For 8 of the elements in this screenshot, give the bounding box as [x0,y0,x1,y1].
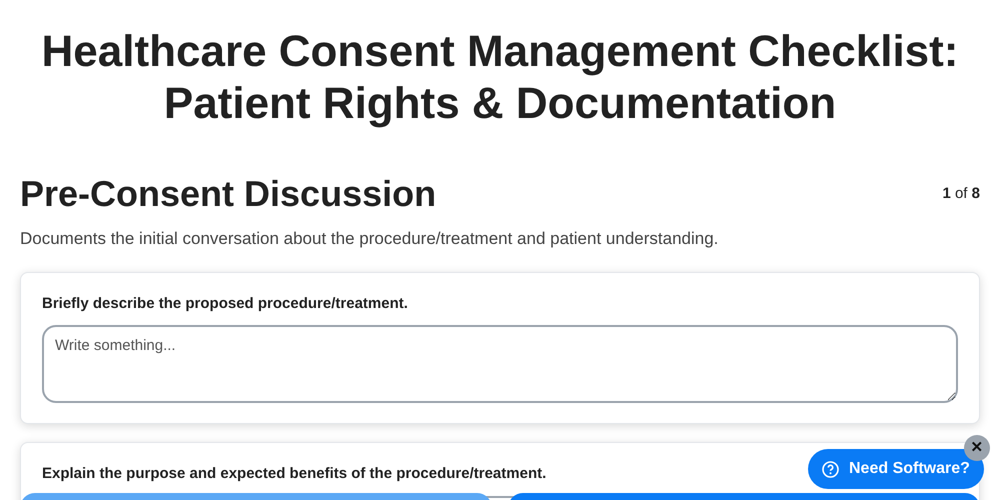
section-heading: Pre-Consent Discussion [20,172,436,216]
question-label: Explain the purpose and expected benefits of the procedure/treatment. [42,464,546,484]
page-title: Healthcare Consent Management Checklist: Patient Rights & Documentation [40,26,960,130]
answer-field[interactable]: Write something... [42,325,958,403]
close-button[interactable]: ✕ [964,435,990,461]
step-counter: 1 of 8 [942,184,980,204]
question-label: Briefly describe the proposed procedure/treatment. [42,294,408,314]
section-description: Documents the initial conversation about the procedure/treatment and patient understanding. [20,228,720,250]
